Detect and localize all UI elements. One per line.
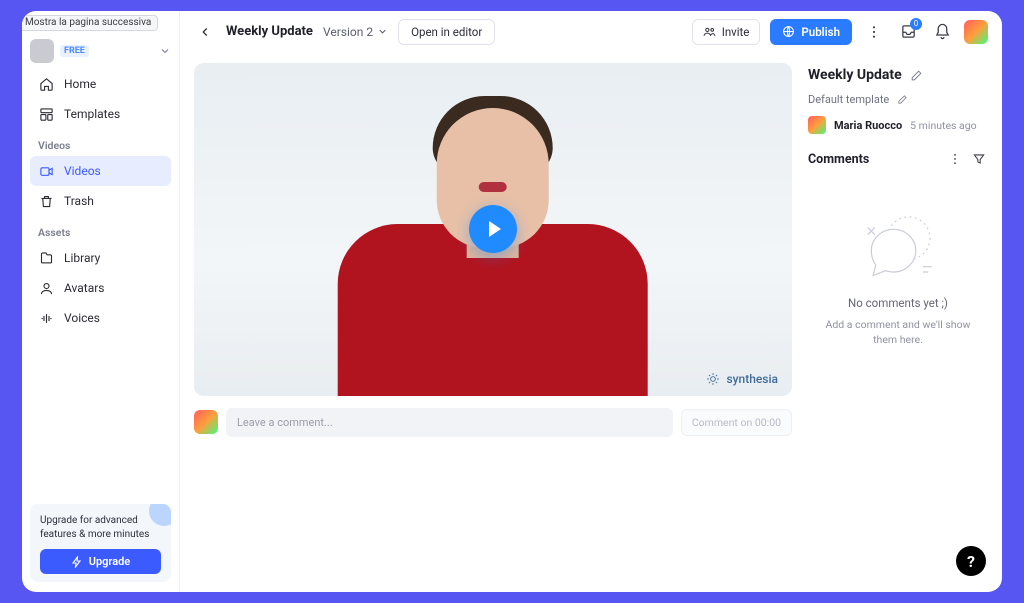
sidebar-item-label: Library [64, 251, 100, 265]
inbox-badge: 0 [910, 18, 922, 30]
sidebar-item-label: Templates [64, 107, 120, 121]
inbox-button[interactable]: 0 [896, 20, 920, 44]
comments-empty-title: No comments yet ;) [848, 296, 948, 310]
more-options-button[interactable] [862, 20, 886, 44]
voices-icon [38, 310, 54, 326]
author-row: Maria Ruocco 5 minutes ago [808, 116, 988, 134]
open-in-editor-button[interactable]: Open in editor [398, 19, 495, 45]
app-shell: Mostra la pagina successiva FREE Home Te… [22, 11, 1002, 592]
comments-empty-state: No comments yet ;) Add a comment and we'… [808, 208, 988, 347]
comments-filter-button[interactable] [970, 150, 988, 168]
edit-title-button[interactable] [910, 69, 923, 82]
comments-empty-sub: Add a comment and we'll show them here. [818, 318, 978, 347]
comment-composer: Comment on 00:00 [194, 408, 792, 437]
library-icon [38, 250, 54, 266]
sidebar-item-voices[interactable]: Voices [30, 303, 171, 333]
chevron-down-icon [377, 26, 388, 37]
workspace-avatar [30, 39, 54, 63]
help-button[interactable]: ? [956, 546, 986, 576]
synthesia-logo-icon [706, 372, 720, 386]
comments-more-button[interactable] [946, 150, 964, 168]
upgrade-card: Upgrade for advanced features & more min… [30, 504, 171, 582]
author-name: Maria Ruocco [834, 119, 902, 132]
publish-label: Publish [801, 25, 840, 39]
chevron-down-icon [159, 45, 171, 57]
pencil-icon [910, 69, 923, 82]
upgrade-button[interactable]: Upgrade [40, 549, 161, 574]
details-title: Weekly Update [808, 67, 902, 83]
details-panel: Weekly Update Default template Maria Ruo… [808, 63, 988, 578]
avatars-icon [38, 280, 54, 296]
comment-input[interactable] [226, 408, 673, 437]
version-label: Version 2 [323, 25, 373, 39]
back-button[interactable] [194, 21, 216, 43]
video-icon [38, 163, 54, 179]
upgrade-button-label: Upgrade [89, 555, 130, 568]
plan-badge: FREE [60, 45, 89, 57]
comment-timestamp-button[interactable]: Comment on 00:00 [681, 409, 792, 436]
sidebar-item-templates[interactable]: Templates [30, 99, 171, 129]
version-selector[interactable]: Version 2 [323, 25, 388, 39]
invite-label: Invite [722, 25, 750, 39]
sidebar-item-label: Voices [64, 311, 100, 325]
topbar: Weekly Update Version 2 Open in editor I… [180, 11, 1002, 53]
invite-button[interactable]: Invite [692, 19, 761, 45]
author-avatar [808, 116, 826, 134]
video-column: synthesia Comment on 00:00 [194, 63, 792, 578]
trash-icon [38, 193, 54, 209]
template-label: Default template [808, 93, 889, 106]
notifications-button[interactable] [930, 20, 954, 44]
sidebar-item-home[interactable]: Home [30, 69, 171, 99]
sidebar-item-videos[interactable]: Videos [30, 156, 171, 186]
chat-bubbles-icon [853, 208, 943, 288]
publish-button[interactable]: Publish [770, 19, 852, 45]
sidebar-section-assets: Assets [30, 216, 171, 243]
templates-icon [38, 106, 54, 122]
watermark: synthesia [706, 372, 778, 386]
main: Weekly Update Version 2 Open in editor I… [180, 11, 1002, 592]
sidebar-item-library[interactable]: Library [30, 243, 171, 273]
comments-header: Comments [808, 152, 869, 167]
sidebar-item-label: Avatars [64, 281, 105, 295]
workspace-switcher[interactable]: FREE [30, 39, 171, 63]
sidebar-item-trash[interactable]: Trash [30, 186, 171, 216]
bolt-icon [71, 556, 83, 568]
chevron-left-icon [198, 25, 212, 39]
sidebar: Mostra la pagina successiva FREE Home Te… [22, 11, 180, 592]
user-avatar[interactable] [964, 20, 988, 44]
composer-avatar [194, 410, 218, 434]
kebab-icon [948, 152, 962, 166]
globe-icon [782, 25, 795, 38]
bell-icon [934, 23, 951, 40]
sidebar-item-avatars[interactable]: Avatars [30, 273, 171, 303]
filter-icon [972, 152, 986, 166]
video-player[interactable]: synthesia [194, 63, 792, 396]
page-title: Weekly Update [226, 24, 313, 39]
author-timestamp: 5 minutes ago [910, 119, 976, 132]
tooltip-next-page: Mostra la pagina successiva [22, 15, 158, 31]
sidebar-item-label: Trash [64, 194, 94, 208]
watermark-text: synthesia [726, 372, 778, 386]
home-icon [38, 76, 54, 92]
sidebar-section-videos: Videos [30, 129, 171, 156]
people-icon [703, 25, 716, 38]
play-button[interactable] [469, 205, 517, 253]
upgrade-text: Upgrade for advanced features & more min… [40, 514, 150, 541]
edit-template-button[interactable] [897, 94, 908, 105]
kebab-icon [866, 24, 882, 40]
pencil-icon [897, 94, 908, 105]
sidebar-item-label: Home [64, 77, 96, 91]
content-row: synthesia Comment on 00:00 Weekly Update [180, 53, 1002, 592]
sidebar-item-label: Videos [64, 164, 101, 178]
